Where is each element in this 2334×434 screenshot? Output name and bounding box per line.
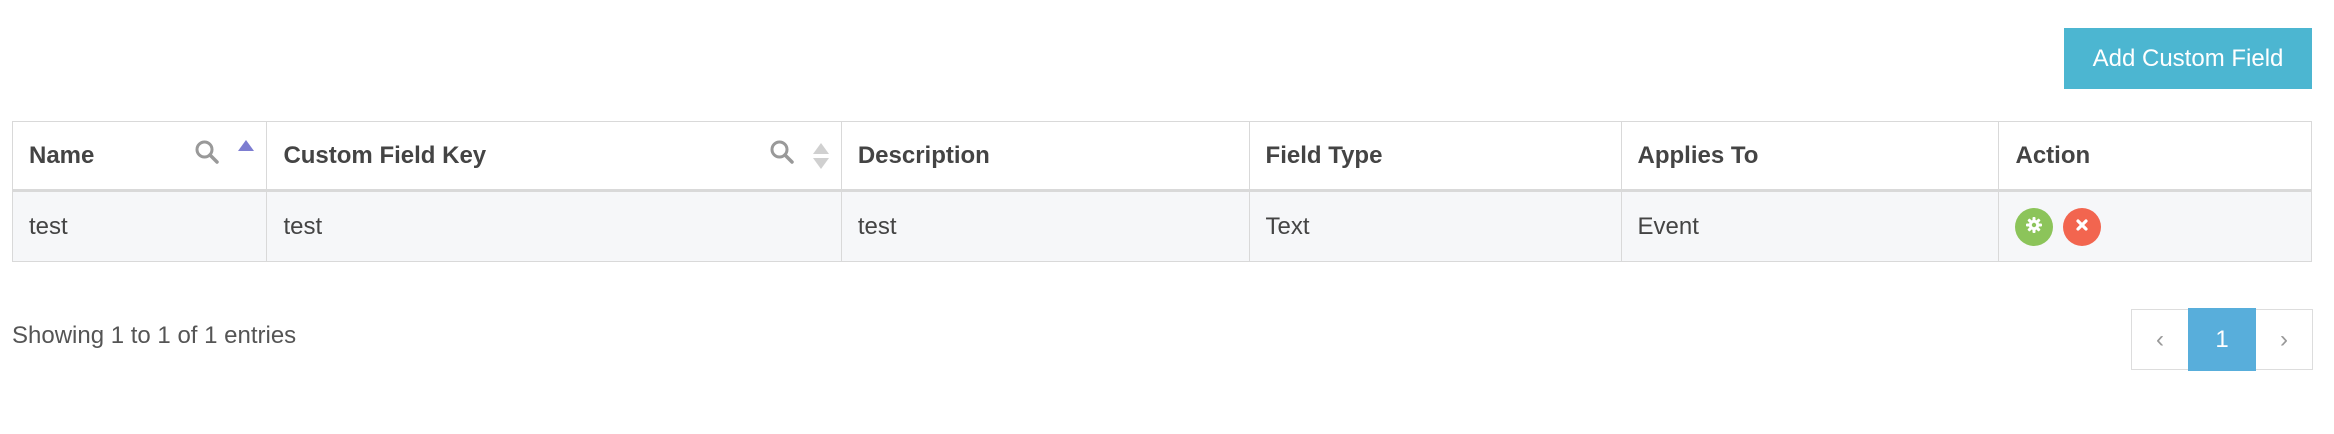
- gear-icon: [2025, 216, 2043, 237]
- sort-ascending-icon[interactable]: [238, 140, 255, 151]
- search-icon[interactable]: [769, 139, 795, 172]
- column-label: Custom Field Key: [283, 141, 487, 169]
- chevron-left-icon: ‹: [2156, 325, 2164, 353]
- edit-button[interactable]: [2015, 207, 2054, 246]
- cell-name: test: [11, 190, 268, 262]
- column-header-description: Description: [840, 121, 1250, 192]
- cell-applies-to: Event: [1620, 190, 2000, 262]
- add-custom-field-button[interactable]: Add Custom Field: [2064, 28, 2312, 89]
- cell-action: [1998, 190, 2312, 262]
- sort-icon[interactable]: [812, 142, 829, 169]
- pagination: ‹ 1 ›: [2131, 308, 2313, 371]
- column-label: Name: [29, 141, 95, 169]
- row-actions: [2015, 207, 2295, 246]
- cell-field-type: Text: [1248, 190, 1622, 262]
- column-header-field-type: Field Type: [1248, 121, 1622, 192]
- search-icon[interactable]: [194, 139, 220, 172]
- table-header-row: Name Custom Field Key Description Field …: [11, 121, 2312, 192]
- custom-fields-page: Add Custom Field Name Custom Field Key D…: [0, 0, 2334, 434]
- custom-fields-table: Name Custom Field Key Description Field …: [11, 121, 2312, 262]
- table-row: test test test Text Event: [11, 190, 2312, 262]
- column-header-action: Action: [1998, 121, 2312, 192]
- cell-description: test: [840, 190, 1250, 262]
- entries-info: Showing 1 to 1 of 1 entries: [12, 322, 297, 349]
- page-1-button[interactable]: 1: [2188, 308, 2256, 371]
- next-page-button[interactable]: ›: [2256, 309, 2313, 370]
- close-icon: [2074, 217, 2090, 236]
- chevron-right-icon: ›: [2280, 325, 2288, 353]
- column-header-applies-to: Applies To: [1620, 121, 2000, 192]
- column-header-name[interactable]: Name: [11, 121, 268, 192]
- previous-page-button[interactable]: ‹: [2131, 309, 2188, 370]
- delete-button[interactable]: [2063, 207, 2102, 246]
- cell-custom-field-key: test: [266, 190, 842, 262]
- column-header-custom-field-key[interactable]: Custom Field Key: [266, 121, 842, 192]
